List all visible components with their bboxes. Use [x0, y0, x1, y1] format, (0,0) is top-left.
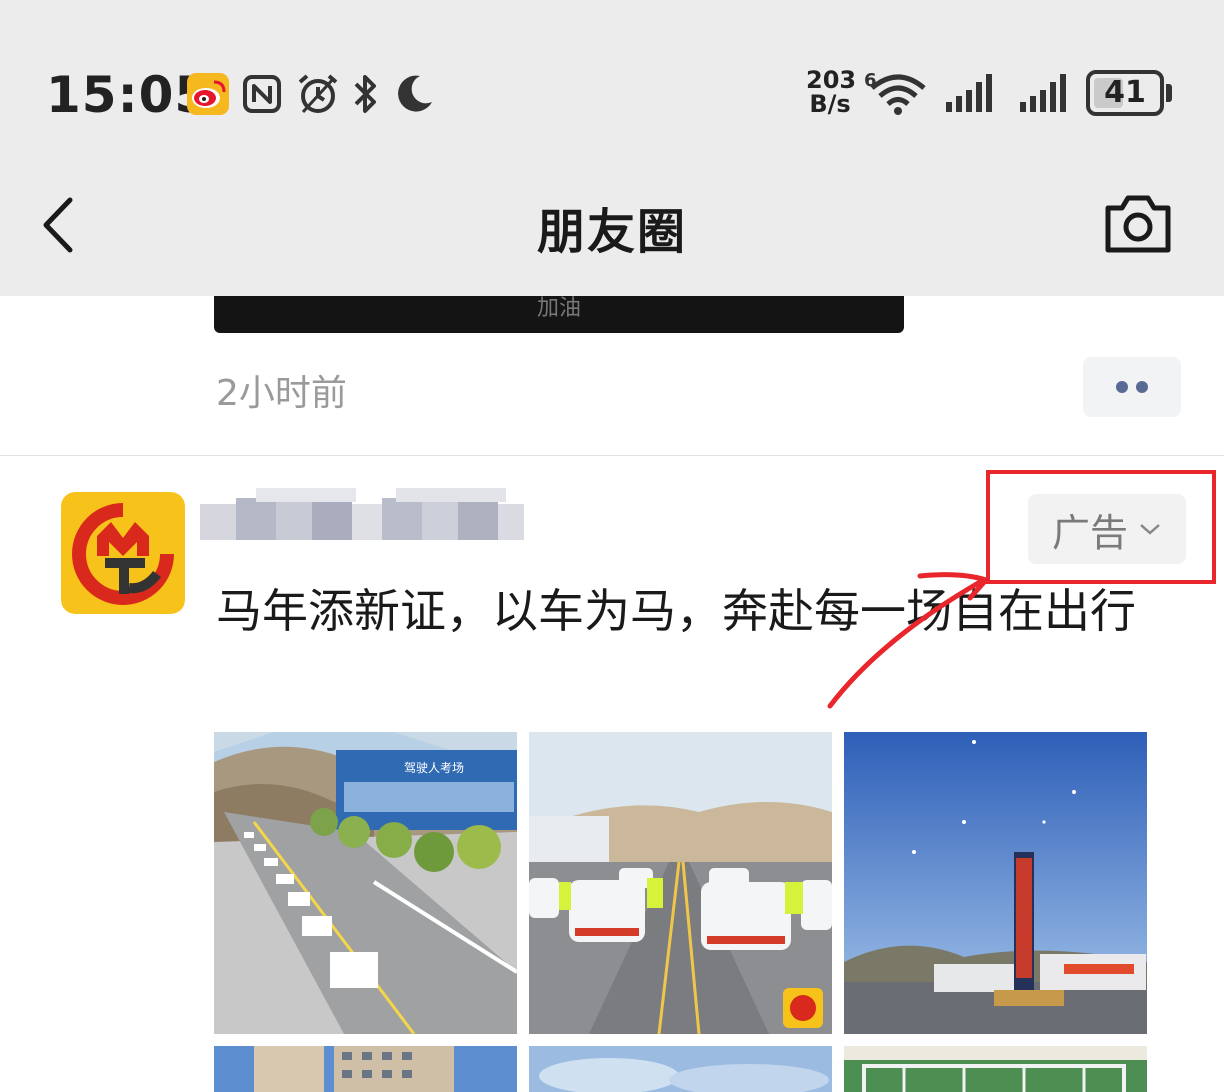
ad-image-5[interactable] [529, 1046, 832, 1092]
signal-icon [946, 74, 992, 112]
video-caption: 加油 [536, 296, 581, 321]
page-title: 朋友圈 [536, 204, 687, 260]
battery-cap [1166, 84, 1172, 102]
network-speed-value: 203 [806, 66, 857, 94]
post-divider [0, 455, 1224, 456]
moon-icon [398, 75, 432, 112]
nav-bar: 朋友圈 [0, 150, 1224, 296]
ad-image-4[interactable] [214, 1046, 517, 1092]
alarm-icon [298, 74, 338, 114]
wifi-icon: 6 [864, 70, 926, 115]
camera-button[interactable] [1100, 188, 1176, 258]
nfc-icon [243, 75, 281, 113]
ad-label: 广告 [1051, 510, 1128, 555]
ad-image-2[interactable] [529, 732, 832, 1034]
more-options-button[interactable] [1083, 357, 1181, 417]
dot-icon [1116, 381, 1128, 393]
chevron-left-icon [43, 197, 73, 253]
advertiser-name-blurred[interactable] [196, 484, 536, 550]
ad-label-dropdown[interactable]: 广告 [1028, 494, 1186, 564]
ad-post-text: 马年添新证，以车为马，奔赴每一场自在出行 [216, 584, 1136, 638]
camera-icon [1105, 195, 1171, 253]
battery-level: 41 [1104, 75, 1146, 110]
battery-icon: 41 [1086, 70, 1174, 116]
chevron-down-icon [1140, 524, 1160, 535]
ad-image-6[interactable] [844, 1046, 1147, 1092]
previous-post-video[interactable]: 加油 [214, 296, 904, 333]
network-speed-unit: B/s [809, 90, 851, 118]
bluetooth-icon [354, 75, 376, 113]
network-speed: 203 B/s [806, 66, 857, 118]
post-timestamp: 2小时前 [216, 373, 347, 414]
weibo-icon [187, 73, 229, 115]
ad-image-3[interactable] [844, 732, 1147, 1034]
advertiser-avatar[interactable] [61, 492, 185, 614]
dot-icon [1136, 381, 1148, 393]
ad-image-1[interactable]: 驾驶人考场 [214, 732, 517, 1034]
signal-icon [1020, 74, 1066, 112]
test-center-sign: 驾驶人考场 [404, 760, 464, 775]
moments-screen: 15:05 203 B/s 6 41 朋友圈 加油 2小时前 广告 马年添新证，… [0, 0, 1224, 1092]
status-bar: 15:05 203 B/s 6 41 [0, 0, 1224, 150]
back-button[interactable] [30, 190, 90, 260]
